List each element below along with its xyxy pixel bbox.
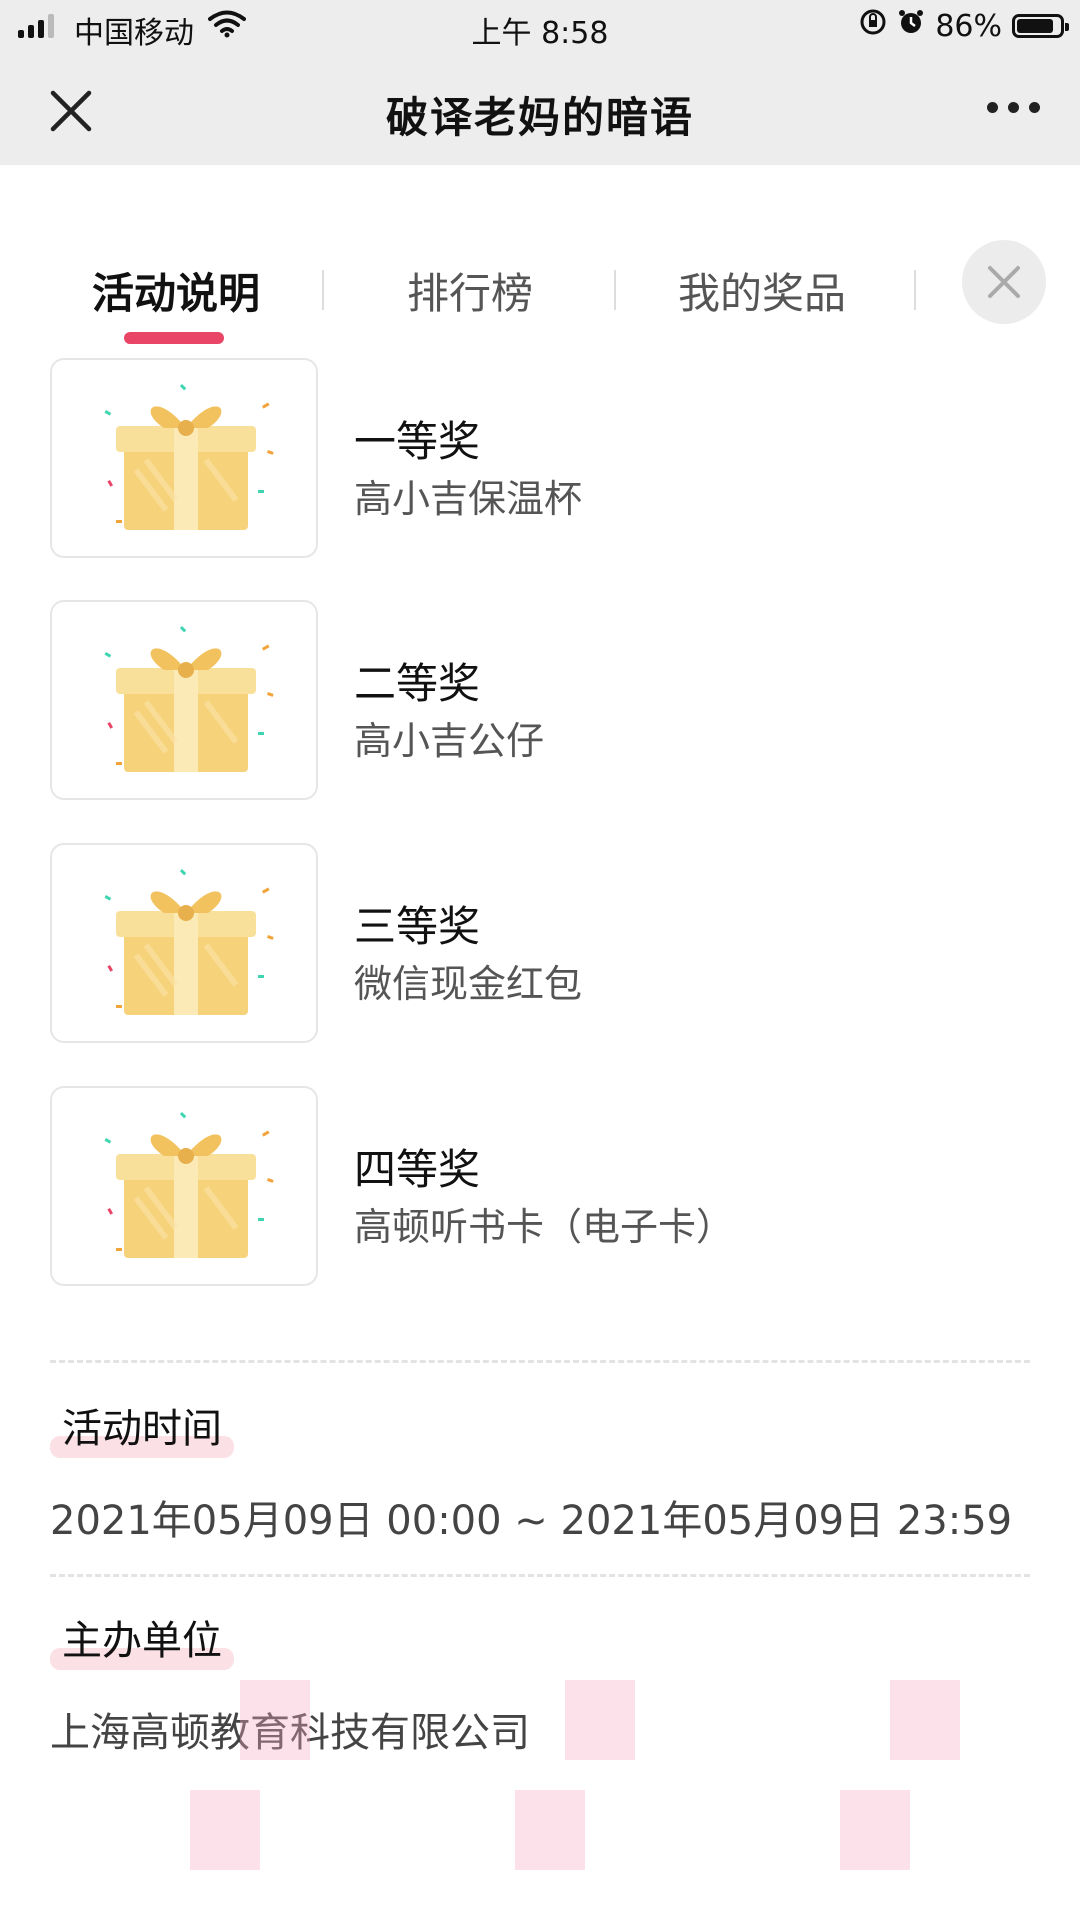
- tab-divider: [322, 270, 324, 310]
- alarm-icon: [897, 8, 925, 44]
- tab-my-prizes[interactable]: 我的奖品: [642, 260, 882, 321]
- status-bar: 中国移动 上午 8:58 86%: [0, 0, 1080, 56]
- tab-divider: [614, 270, 616, 310]
- prize-name: 高小吉公仔: [354, 719, 545, 763]
- prize-item: 一等奖 高小吉保温杯: [50, 358, 1030, 558]
- prize-name: 高小吉保温杯: [354, 477, 583, 521]
- prize-tier: 一等奖: [354, 417, 481, 466]
- prize-name: 微信现金红包: [354, 962, 583, 1006]
- divider: [50, 1360, 1030, 1363]
- page-title: 破译老妈的暗语: [385, 93, 694, 142]
- prize-image: [50, 1086, 318, 1286]
- prize-image: [50, 843, 318, 1043]
- prize-tier: 四等奖: [354, 1145, 481, 1194]
- prize-tier: 二等奖: [354, 659, 481, 708]
- nav-bar: 破译老妈的暗语: [0, 56, 1080, 166]
- more-options-icon[interactable]: [987, 102, 1040, 113]
- prize-item: 二等奖 高小吉公仔: [50, 600, 1030, 800]
- prize-image: [50, 600, 318, 800]
- activity-time-value: 2021年05月09日 00:00 ~ 2021年05月09日 23:59: [50, 1498, 1013, 1544]
- activity-time-title: 活动时间: [50, 1396, 234, 1458]
- tab-bar: 活动说明 排行榜 我的奖品: [0, 240, 1080, 344]
- prize-name: 高顿听书卡（电子卡）: [354, 1205, 735, 1249]
- active-tab-indicator: [124, 332, 224, 344]
- organizer-title: 主办单位: [50, 1608, 234, 1670]
- prize-image: [50, 358, 318, 558]
- organizer-value: 上海高顿教育科技有限公司: [50, 1710, 530, 1756]
- prize-item: 四等奖 高顿听书卡（电子卡）: [50, 1086, 1030, 1286]
- watermark-pattern: [190, 1680, 960, 1870]
- prize-item: 三等奖 微信现金红包: [50, 843, 1030, 1043]
- battery-icon: [1012, 14, 1069, 38]
- panel-close-button[interactable]: [962, 240, 1046, 324]
- tab-activity-info[interactable]: 活动说明: [56, 260, 296, 321]
- prize-tier: 三等奖: [354, 902, 481, 951]
- rotation-lock-icon: [859, 8, 887, 44]
- battery-percent: 86%: [935, 8, 1002, 44]
- tab-divider: [914, 270, 916, 310]
- tab-leaderboard[interactable]: 排行榜: [350, 260, 590, 321]
- divider: [50, 1574, 1030, 1577]
